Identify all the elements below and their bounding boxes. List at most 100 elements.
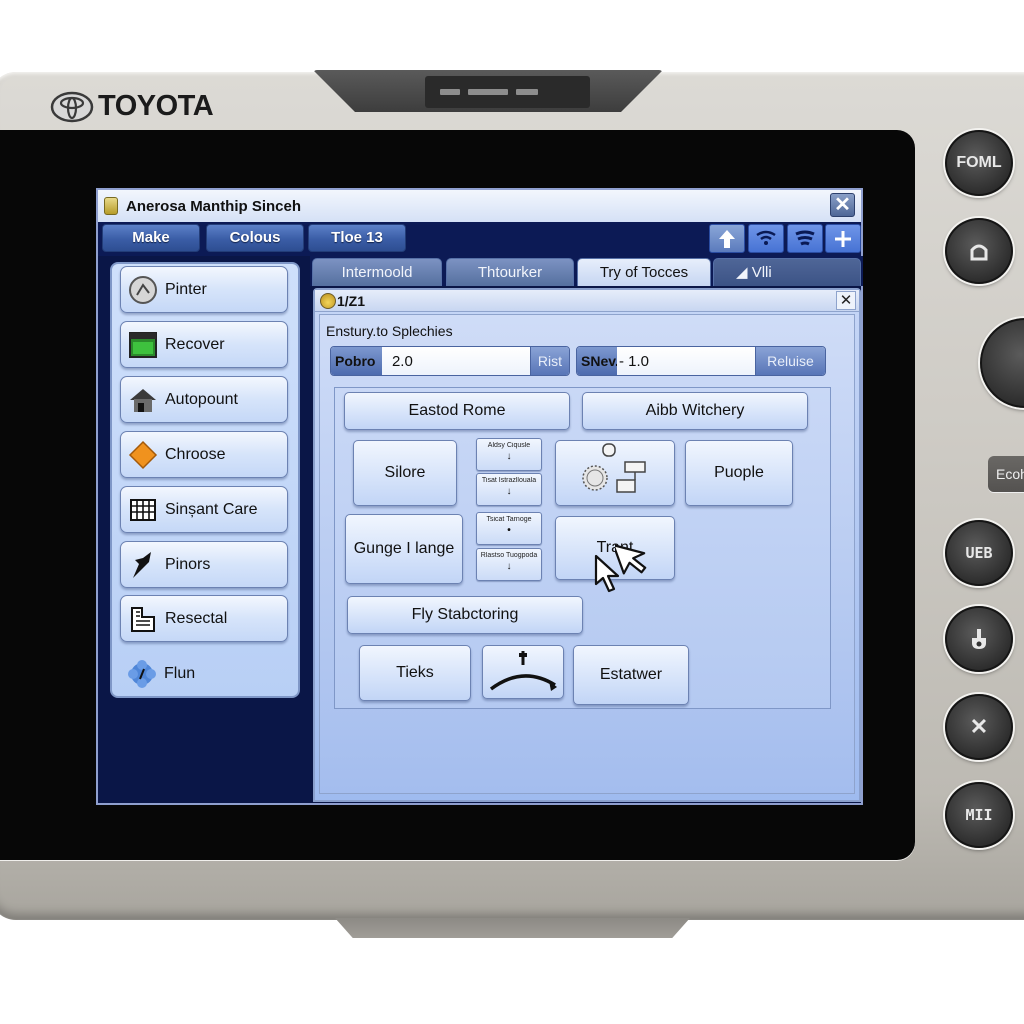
hw-hand-button[interactable] — [945, 606, 1013, 672]
mouse-cursor-icon — [594, 554, 620, 593]
sidebar-item-label: Chroose — [165, 445, 226, 463]
arc-gauge-icon — [489, 651, 557, 691]
sneve-field-group: SNev.e Reluise — [576, 346, 826, 376]
sidebar-item-label: Flun — [164, 664, 196, 682]
mini-button-label: Tsicat Tarnoge — [486, 516, 532, 523]
app-icon — [104, 197, 118, 215]
bird-icon — [127, 549, 159, 581]
tab-vlli[interactable]: ◢ Vlli — [713, 258, 861, 286]
arc-gauge-button[interactable] — [482, 645, 564, 699]
menu-colous-button[interactable]: Colous — [206, 224, 304, 252]
add-icon — [835, 231, 851, 247]
app-window: Anerosa Manthip Sinceh ✕ Make Colous Tlo… — [96, 188, 863, 805]
action-grid: Eastod Rome Aibb Witchery Silore Aldsy C… — [334, 387, 831, 709]
eastod-rome-button[interactable]: Eastod Rome — [344, 392, 570, 430]
wifi-icon — [756, 230, 776, 245]
sidebar-item-pinter[interactable]: Pinter — [120, 266, 288, 313]
sidebar-item-autopount[interactable]: Autopount — [120, 376, 288, 423]
fly-stabctoring-button[interactable]: Fly Stabctoring — [347, 596, 583, 634]
subwindow-icon — [320, 293, 336, 309]
sidebar-item-label: Autopount — [165, 390, 238, 408]
hand-icon — [972, 629, 986, 649]
hw-mii-button[interactable]: MII — [945, 782, 1013, 848]
subwindow-title: 1/Z1 — [337, 293, 366, 309]
pobro-label: Pobro — [331, 347, 382, 375]
menubar: Make Colous Tloe 13 — [98, 222, 861, 256]
mini-button[interactable]: Aldsy Ciqusle ↓ — [476, 438, 542, 471]
settings-panel: Enstury.to Splechies Pobro Rist SNev.e R… — [319, 314, 855, 794]
mini-button-label: Rlastso Tuogpoda — [480, 552, 538, 559]
device-foot — [335, 918, 690, 938]
gauge-icon — [127, 274, 159, 306]
sidebar-item-label: Recover — [165, 335, 225, 353]
brand: TOYOTA — [50, 90, 214, 123]
aibb-witchery-button[interactable]: Aibb Witchery — [582, 392, 808, 430]
pobro-field-group: Pobro Rist — [330, 346, 570, 376]
gunge-lange-button[interactable]: Gunge I lange — [345, 514, 463, 584]
sidebar-item-resectal[interactable]: Resectal — [120, 595, 288, 642]
window-title: Anerosa Manthip Sinceh — [126, 197, 302, 215]
hw-foml-button[interactable]: FOML — [945, 130, 1013, 196]
building-icon — [127, 603, 159, 635]
sensor-indicators — [440, 89, 575, 97]
arrow-down-icon: ↓ — [506, 451, 512, 462]
sidebar-item-sinsant-care[interactable]: Sinșant Care — [120, 486, 288, 533]
add-button[interactable] — [825, 224, 861, 253]
reluise-button[interactable]: Reluise — [755, 347, 825, 375]
subwindow-close-button[interactable]: ✕ — [836, 291, 856, 310]
sidebar-item-recover[interactable]: Recover — [120, 321, 288, 368]
gear-flower-icon — [126, 658, 158, 690]
tab-strip: Intermoold Thtourker Try of Tocces ◢ Vll… — [310, 256, 863, 286]
sidebar-item-chroose[interactable]: Chroose — [120, 431, 288, 478]
tab-try-of-tocces[interactable]: Try of Tocces — [577, 258, 711, 286]
window-close-button[interactable]: ✕ — [830, 193, 855, 217]
upload-icon — [719, 230, 735, 248]
house-icon — [127, 384, 159, 416]
panel-heading: Enstury.to Splechies — [326, 323, 453, 339]
sidebar-item-pinors[interactable]: Pinors — [120, 541, 288, 588]
subwindow: 1/Z1 ✕ Enstury.to Splechies Pobro Rist S… — [313, 288, 861, 802]
sidebar: Pinter Recover Autopount Chroose Sinșant… — [110, 262, 300, 698]
diamond-icon — [127, 439, 159, 471]
sidebar-item-label: Pinter — [165, 280, 207, 298]
estatwer-button[interactable]: Estatwer — [573, 645, 689, 705]
mini-button-label: Aldsy Ciqusle — [487, 442, 531, 449]
sidebar-item-flun[interactable]: Flun — [120, 650, 288, 697]
sidebar-item-label: Resectal — [165, 609, 228, 627]
rist-button[interactable]: Rist — [529, 347, 569, 375]
tab-thtourker[interactable]: Thtourker — [446, 258, 574, 286]
diagram-button[interactable] — [555, 440, 675, 506]
toyota-logo-icon — [50, 91, 94, 122]
mini-button-label: Tisat Istrazllouala — [481, 477, 537, 484]
sneve-label: SNev.e — [577, 347, 627, 375]
menu-make-button[interactable]: Make — [102, 224, 200, 252]
sneve-input[interactable] — [617, 347, 755, 375]
subwindow-titlebar: 1/Z1 ✕ — [315, 290, 859, 312]
tab-intermoold[interactable]: Intermoold — [312, 258, 442, 286]
mini-button[interactable]: Tsicat Tarnoge • — [476, 512, 542, 545]
wifi-button[interactable] — [748, 224, 784, 253]
green-window-icon — [127, 329, 159, 361]
home-icon — [970, 244, 988, 261]
puople-button[interactable]: Puople — [685, 440, 793, 506]
grid-icon — [127, 494, 159, 526]
silore-button[interactable]: Silore — [353, 440, 457, 506]
arrow-down-icon: ↓ — [506, 486, 512, 497]
menu-tloe-button[interactable]: Tloe 13 — [308, 224, 406, 252]
sidebar-item-label: Sinșant Care — [165, 500, 258, 518]
tieks-button[interactable]: Tieks — [359, 645, 471, 701]
mini-button[interactable]: Tisat Istrazllouala ↓ — [476, 473, 542, 506]
wifi-strong-icon — [795, 230, 815, 246]
hw-close-button[interactable]: ✕ — [945, 694, 1013, 760]
upload-button[interactable] — [709, 224, 745, 253]
window-titlebar: Anerosa Manthip Sinceh ✕ — [98, 190, 861, 222]
wifi-strong-button[interactable] — [787, 224, 823, 253]
sidebar-item-label: Pinors — [165, 555, 211, 573]
brand-name: TOYOTA — [98, 90, 214, 122]
arrow-down-icon: ↓ — [506, 561, 512, 572]
hw-eco-button[interactable]: Ecoh — [988, 456, 1024, 492]
hw-home-button[interactable] — [945, 218, 1013, 284]
mini-button[interactable]: Rlastso Tuogpoda ↓ — [476, 548, 542, 581]
pobro-input[interactable] — [381, 347, 530, 375]
hw-usb-button[interactable]: UEB — [945, 520, 1013, 586]
